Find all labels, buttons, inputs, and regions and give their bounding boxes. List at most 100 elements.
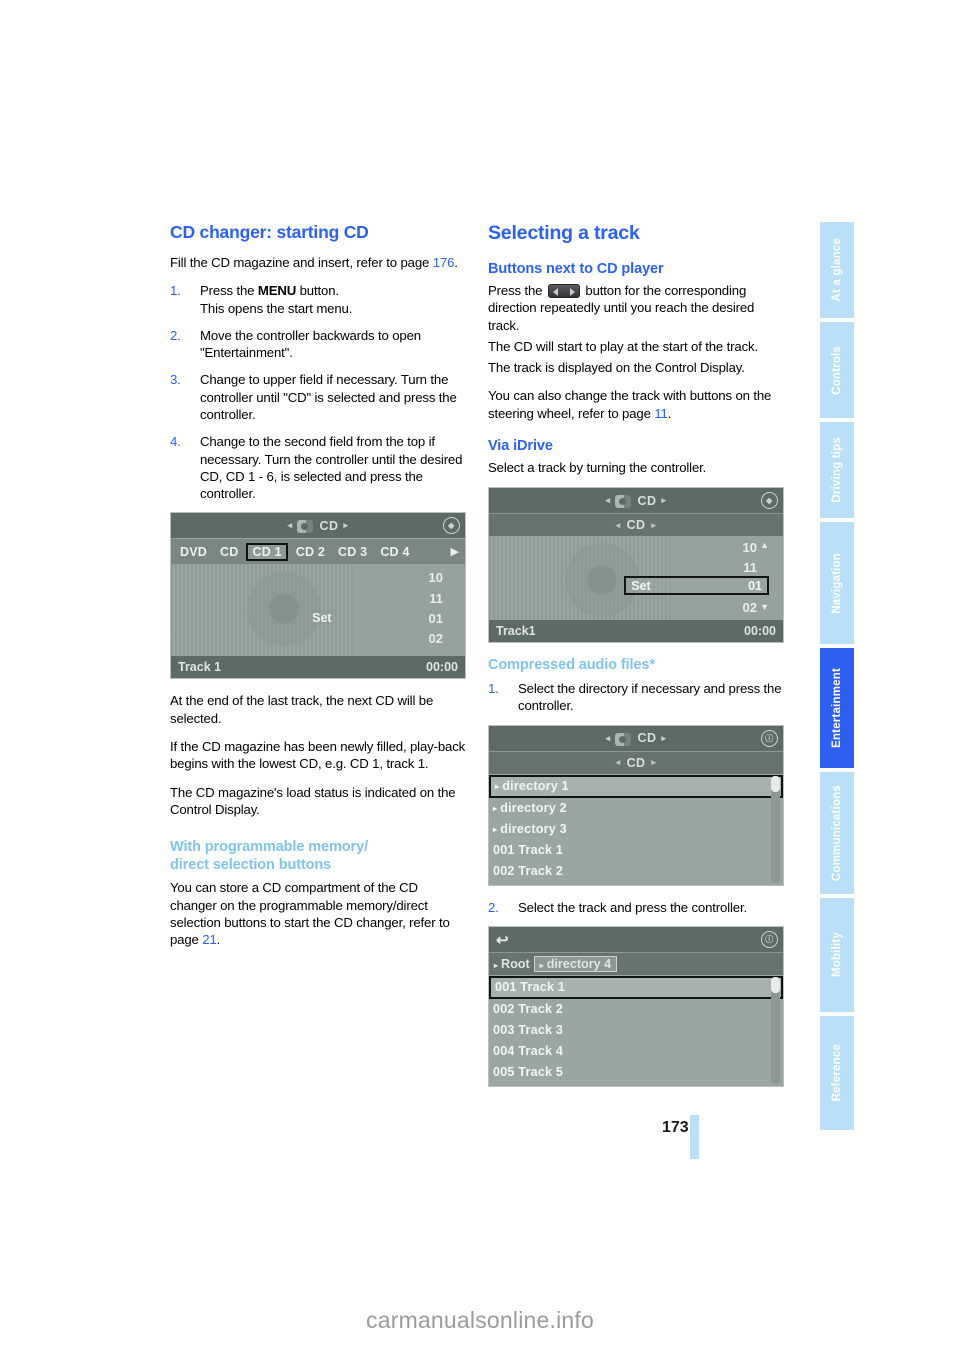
watermark: carmanualsonline.info xyxy=(366,1307,594,1333)
cd-selector-bar[interactable]: ◂ CD ▸ xyxy=(489,513,783,537)
left-arrow-icon: ◂ xyxy=(605,732,611,743)
scroll-down-caret-icon: ▼ xyxy=(760,602,769,613)
more-tabs-arrow-icon[interactable]: ▶ xyxy=(451,545,461,558)
scrollbar-thumb[interactable] xyxy=(771,775,780,792)
chevron-right-icon: ▸ xyxy=(495,781,500,791)
tab-cd-2[interactable]: CD 2 xyxy=(291,544,330,560)
set-selection-box[interactable]: Set 01 xyxy=(624,576,769,596)
track-display-paragraph: The track is displayed on the Control Di… xyxy=(488,360,745,376)
right-steps-list-2: 2. Select the track and press the control… xyxy=(488,899,784,916)
screenshot-header: ↩ ⓘ xyxy=(489,926,783,952)
page-ref-21[interactable]: 21 xyxy=(202,932,217,947)
screenshot-directory-list: ◂ CD ▸ ⓘ ◂ CD ▸ ▸ directory 1 ▸ directory … xyxy=(488,724,784,886)
row-label: directory 1 xyxy=(502,779,569,793)
tab-cd-1[interactable]: CD 1 xyxy=(246,542,288,561)
intro-paragraph: Fill the CD magazine and insert, refer t… xyxy=(170,254,466,271)
page-ref-176[interactable]: 176 xyxy=(433,255,455,270)
list-item[interactable]: 002 Track 2 xyxy=(489,999,783,1020)
list-item: 1. Press the MENU button. This opens the s… xyxy=(170,282,466,317)
screenshot-footer: Track1 00:00 xyxy=(489,620,783,643)
list-item[interactable]: ▸ directory 2 xyxy=(489,798,783,819)
breadcrumb-root[interactable]: ▸ Root xyxy=(494,957,530,971)
right-arrow-icon[interactable]: ▸ xyxy=(645,520,662,531)
crumb-label: Root xyxy=(501,956,530,971)
list-item: 4. Change to the second field from the to… xyxy=(170,433,466,502)
manual-page: CD changer: starting CD Fill the CD maga… xyxy=(0,0,960,1358)
tab-cd[interactable]: CD xyxy=(215,544,243,560)
p1-pre: Press the xyxy=(488,283,546,298)
tab-dvd[interactable]: DVD xyxy=(175,544,212,560)
footer-track-label: Track1 xyxy=(496,624,536,639)
set-label: Set xyxy=(312,611,332,626)
after-image-p1: At the end of the last track, the next C… xyxy=(170,693,434,726)
list-item: 2. Select the track and press the control… xyxy=(488,899,784,916)
idrive-controller-icon: ⓘ xyxy=(761,729,778,747)
via-idrive-paragraph: Select a track by turning the controller… xyxy=(488,459,707,475)
nav-tab-label: Communications xyxy=(831,784,843,882)
nav-tab-label: Controls xyxy=(831,345,843,395)
track-num: 11 xyxy=(429,590,443,606)
list-item[interactable]: 002 Track 2 xyxy=(489,861,783,882)
menu-button-label: MENU xyxy=(257,283,297,299)
left-arrow-icon[interactable]: ◂ xyxy=(610,520,627,531)
list-item[interactable]: 005 Track 5 xyxy=(489,1062,783,1083)
list-item[interactable]: 001 Track 1 xyxy=(489,840,783,861)
nav-tab-label: At a glance xyxy=(831,238,843,302)
header-label: CD xyxy=(319,518,339,533)
nav-tab-label: Reference xyxy=(831,1044,843,1102)
row-label: directory 3 xyxy=(500,822,567,836)
screenshot-panel: 10 11 01 02 Set xyxy=(171,564,465,657)
nav-tab-mobility[interactable]: Mobility xyxy=(820,898,854,1012)
idrive-controller-icon: ◆ xyxy=(443,517,460,535)
scrollbar[interactable] xyxy=(771,976,780,1084)
nav-tab-controls[interactable]: Controls xyxy=(820,322,854,418)
right-steps-list-1: 1. Select the directory if necessary and … xyxy=(488,680,784,715)
cd-start-paragraph: The CD will start to play at the start o… xyxy=(488,338,758,354)
nav-tab-driving-tips[interactable]: Driving tips xyxy=(820,422,854,518)
nav-tab-navigation[interactable]: Navigation xyxy=(820,522,854,644)
list-item: 3. Change to upper field if necessary. Tu… xyxy=(170,371,466,423)
list-item[interactable]: ▸ directory 3 xyxy=(489,819,783,840)
page-number: 173 xyxy=(662,1119,689,1136)
nav-tab-entertainment[interactable]: Entertainment xyxy=(820,648,854,768)
tab-cd-3[interactable]: CD 3 xyxy=(333,544,372,560)
chevron-right-icon: ▸ xyxy=(539,960,544,970)
screenshot-footer: Track 1 00:00 xyxy=(171,656,465,679)
track-num: 02 xyxy=(742,600,757,616)
page-ref-11[interactable]: 11 xyxy=(654,406,668,421)
page-number-bar xyxy=(690,1115,699,1159)
right-arrow-icon: ▸ xyxy=(343,520,349,531)
row-label: 003 Track 3 xyxy=(493,1023,564,1038)
screenshot-header: ◂ CD ▸ ◆ xyxy=(489,488,783,514)
nav-tab-communications[interactable]: Communications xyxy=(820,772,854,894)
list-item[interactable]: 004 Track 4 xyxy=(489,1041,783,1062)
cd-selector-bar[interactable]: ◂ CD ▸ xyxy=(489,750,783,774)
track-num: 01 xyxy=(428,610,443,626)
list-item[interactable]: 003 Track 3 xyxy=(489,1020,783,1041)
nav-tab-at-a-glance[interactable]: At a glance xyxy=(820,222,854,318)
back-arrow-icon[interactable]: ↩ xyxy=(496,931,509,949)
list-item[interactable]: ▸ directory 1 xyxy=(489,774,783,798)
track-num: 02 xyxy=(428,630,443,646)
step-text-post: button. xyxy=(296,283,339,299)
programmable-memory-paragraph: You can store a CD compartment of the CD… xyxy=(170,879,466,948)
left-arrow-icon[interactable]: ◂ xyxy=(610,757,627,768)
right-arrow-icon[interactable]: ▸ xyxy=(645,757,662,768)
list-item[interactable]: 001 Track 1 xyxy=(489,975,783,999)
footer-track-label: Track 1 xyxy=(178,660,222,675)
row-label: directory 2 xyxy=(500,801,567,815)
p4-end: . xyxy=(667,405,672,421)
row-label: 002 Track 2 xyxy=(493,1002,564,1017)
breadcrumb-directory-4[interactable]: ▸ directory 4 xyxy=(533,955,618,972)
nav-tab-reference[interactable]: Reference xyxy=(820,1016,854,1130)
subheading-via-idrive: Via iDrive xyxy=(488,437,553,454)
tab-cd-4[interactable]: CD 4 xyxy=(375,544,414,560)
scrollbar[interactable] xyxy=(771,775,780,883)
footer-time: 00:00 xyxy=(744,624,776,639)
scrollbar-thumb[interactable] xyxy=(771,976,780,993)
page-title-right: Selecting a track xyxy=(488,222,640,244)
step-text: Change to upper field if necessary. Turn… xyxy=(200,372,457,422)
row-label: 002 Track 2 xyxy=(493,864,564,878)
disc-icon xyxy=(615,495,632,509)
chevron-right-icon: ▸ xyxy=(493,824,498,834)
